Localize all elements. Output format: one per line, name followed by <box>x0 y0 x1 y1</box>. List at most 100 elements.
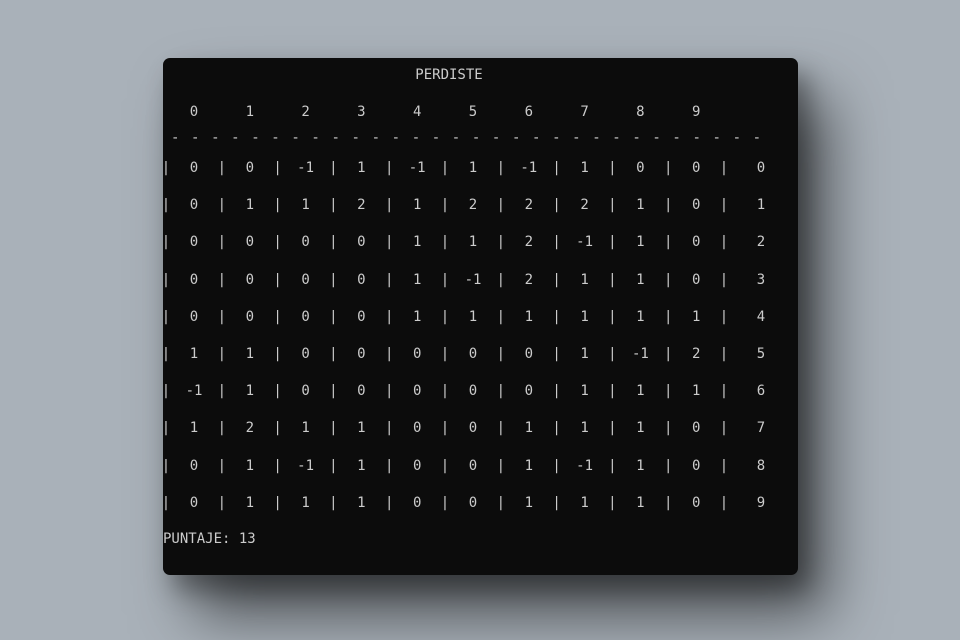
board-cell: 0 <box>189 308 199 325</box>
cell-divider: | <box>552 234 561 251</box>
board-cell: 0 <box>189 160 199 176</box>
cell-divider: | <box>719 420 729 437</box>
board-cell: 1 <box>357 420 366 437</box>
board-cell: 0 <box>357 271 366 288</box>
cell-divider: | <box>440 457 450 474</box>
cell-divider: | <box>440 346 450 362</box>
board-cell: -1 <box>185 383 203 400</box>
score-label: PUNTAJE: 13 <box>163 531 256 547</box>
cell-divider: | <box>608 308 617 325</box>
board-cell: -1 <box>520 160 538 176</box>
cell-divider: | <box>273 234 282 251</box>
cell-divider: | <box>329 234 338 251</box>
board-cell: 1 <box>301 197 310 214</box>
board-cell: 0 <box>412 383 422 400</box>
cell-divider: | <box>273 383 282 400</box>
cell-divider: | <box>552 494 561 511</box>
board-cell: 0 <box>468 346 478 362</box>
cell-divider: | <box>440 383 450 400</box>
board-cell: 0 <box>691 494 701 511</box>
board-cell: 1 <box>357 160 366 176</box>
cell-divider: | <box>719 160 729 176</box>
cell-divider: | <box>496 308 506 325</box>
cell-divider: | <box>663 420 673 437</box>
cell-divider: | <box>329 197 338 214</box>
cell-divider: | <box>663 494 673 511</box>
cell-divider: | <box>608 197 617 214</box>
board-cell: 0 <box>245 234 255 251</box>
cell-divider: | <box>384 346 394 362</box>
board-cell: -1 <box>464 271 482 288</box>
cell-divider: | <box>496 383 506 400</box>
board-cell: 0 <box>189 197 199 214</box>
board-cell: 0 <box>691 420 701 437</box>
cell-divider: | <box>440 197 450 214</box>
board-cell: 1 <box>189 346 199 362</box>
cell-divider: | <box>719 383 729 400</box>
cell-divider: | <box>161 308 171 325</box>
board-cell: 0 <box>468 383 478 400</box>
cell-divider: | <box>217 420 227 437</box>
game-status-title: PERDISTE <box>415 67 483 83</box>
cell-divider: | <box>552 160 561 176</box>
board-cell: 0 <box>189 234 199 251</box>
row-label: 2 <box>756 234 766 251</box>
column-header: 5 <box>468 104 478 120</box>
cell-divider: | <box>161 457 171 474</box>
board-cell: 0 <box>691 271 701 288</box>
cell-divider: | <box>719 197 729 214</box>
board-cell: 1 <box>580 160 589 176</box>
board-cell: 1 <box>691 308 701 325</box>
board-cell: 0 <box>245 160 255 176</box>
board-cell: 1 <box>636 457 645 474</box>
cell-divider: | <box>608 420 617 437</box>
cell-divider: | <box>719 346 729 362</box>
board-cell: 1 <box>636 383 645 400</box>
column-header: 2 <box>301 104 310 120</box>
column-header: 4 <box>412 104 422 120</box>
row-label: 7 <box>756 420 766 437</box>
board-cell: 1 <box>580 420 589 437</box>
cell-divider: | <box>217 457 227 474</box>
board-cell: 0 <box>357 383 366 400</box>
cell-divider: | <box>161 420 171 437</box>
cell-divider: | <box>663 160 673 176</box>
cell-divider: | <box>217 494 227 511</box>
board-cell: 0 <box>468 494 478 511</box>
header-separator: - - - - - - - - - - - - - - - - - - - - … <box>171 130 763 146</box>
cell-divider: | <box>384 308 394 325</box>
board-cell: 1 <box>468 160 478 176</box>
cell-divider: | <box>608 457 617 474</box>
cell-divider: | <box>384 234 394 251</box>
row-label: 6 <box>756 383 766 400</box>
board-cell: 2 <box>245 420 255 437</box>
board-cell: 0 <box>691 197 701 214</box>
cell-divider: | <box>329 457 338 474</box>
column-header: 1 <box>245 104 255 120</box>
board-cell: 1 <box>524 494 534 511</box>
cell-divider: | <box>496 160 506 176</box>
board-cell: 1 <box>357 494 366 511</box>
cell-divider: | <box>273 457 282 474</box>
cell-divider: | <box>719 234 729 251</box>
board-cell: 0 <box>189 494 199 511</box>
board-cell: 2 <box>580 197 589 214</box>
cell-divider: | <box>329 308 338 325</box>
board-cell: 0 <box>524 383 534 400</box>
cell-divider: | <box>663 383 673 400</box>
column-header: 6 <box>524 104 534 120</box>
board-cell: -1 <box>631 346 649 362</box>
cell-divider: | <box>384 494 394 511</box>
board-cell: 0 <box>301 308 310 325</box>
cell-divider: | <box>329 271 338 288</box>
column-header: 9 <box>691 104 701 120</box>
row-label: 0 <box>756 160 766 176</box>
board-cell: 1 <box>412 271 422 288</box>
board-cell: 1 <box>412 234 422 251</box>
board-cell: 0 <box>636 160 645 176</box>
row-label: 4 <box>756 308 766 325</box>
board-cell: 0 <box>524 346 534 362</box>
board-cell: 0 <box>301 383 310 400</box>
board-cell: 0 <box>412 494 422 511</box>
cell-divider: | <box>663 346 673 362</box>
